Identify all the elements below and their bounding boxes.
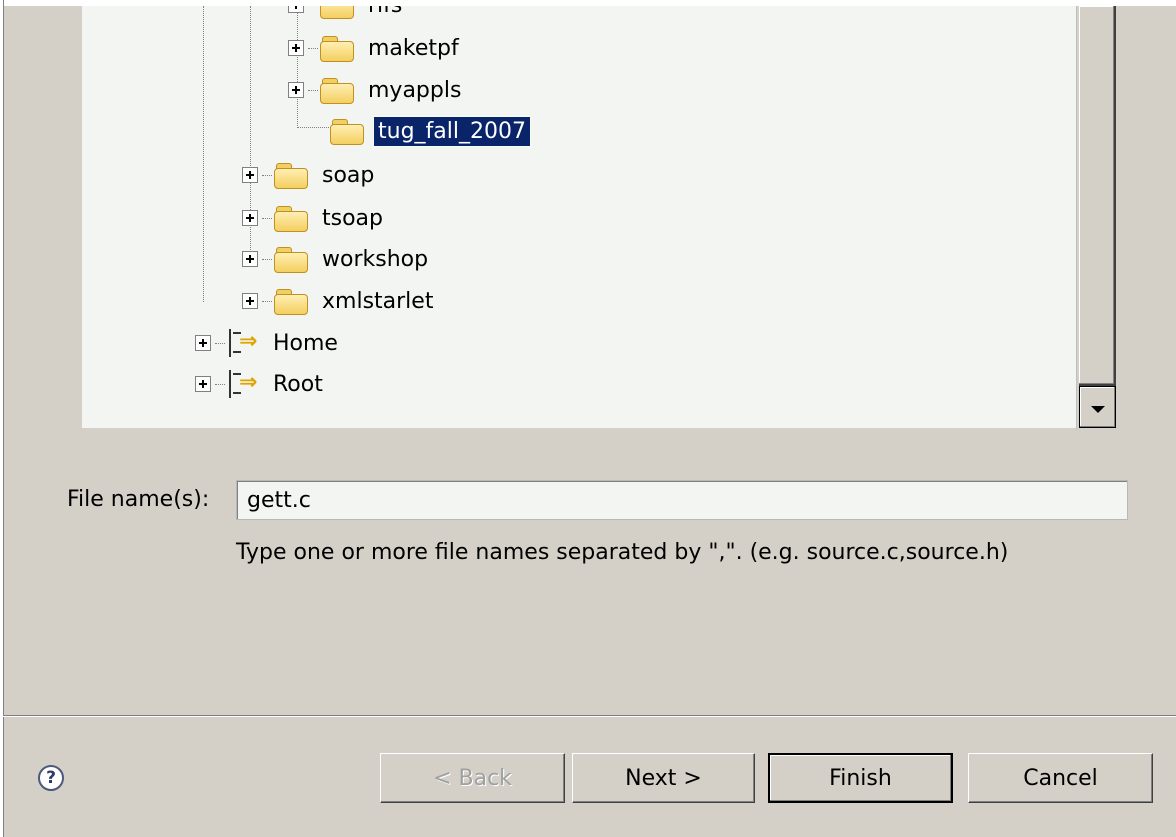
folder-icon (274, 288, 308, 315)
tree-guide-line (297, 127, 331, 128)
folder-icon (274, 205, 308, 232)
scroll-down-button[interactable] (1079, 386, 1116, 428)
expand-icon[interactable] (242, 167, 258, 183)
expand-icon[interactable] (288, 82, 304, 98)
finish-button[interactable]: Finish (768, 753, 953, 803)
tree-guide-line (297, 6, 298, 128)
expand-icon[interactable] (195, 335, 211, 351)
expand-icon[interactable] (242, 293, 258, 309)
folder-icon (320, 35, 354, 62)
expand-icon[interactable] (288, 40, 304, 56)
expand-icon[interactable] (242, 251, 258, 267)
folder-icon (274, 246, 308, 273)
tree-item-label: rifs (364, 6, 406, 20)
tree-item-label: myappls (368, 77, 462, 103)
file-name-hint: Type one or more file names separated by… (236, 540, 1009, 565)
tree-item[interactable]: soap (242, 158, 378, 192)
folder-icon (320, 77, 354, 104)
shortcut-icon: ⇒ (227, 366, 263, 402)
next-button-label: Next > (625, 765, 702, 791)
tree-guide-line (203, 6, 204, 302)
tree-item-label: Root (273, 371, 323, 397)
folder-tree[interactable]: rifs maketpf myappls tug_fall_2007 soap … (82, 6, 1116, 428)
shortcut-icon: ⇒ (227, 325, 263, 361)
arrow-down-icon (1090, 405, 1105, 413)
tree-item[interactable]: tsoap (242, 201, 387, 235)
expand-icon[interactable] (242, 210, 258, 226)
back-button-label: < Back (433, 765, 512, 791)
cancel-button[interactable]: Cancel (968, 753, 1153, 803)
file-name-input[interactable] (236, 480, 1128, 520)
tree-item[interactable]: myappls (288, 73, 465, 107)
footer-separator (3, 715, 1176, 717)
finish-button-label: Finish (829, 765, 892, 791)
tree-item[interactable]: maketpf (288, 31, 463, 65)
tree-item[interactable]: xmlstarlet (242, 284, 437, 318)
tree-item[interactable]: rifs (288, 6, 406, 22)
back-button[interactable]: < Back (380, 753, 565, 803)
tree-item-label: soap (322, 162, 375, 188)
tree-item-label: Home (273, 330, 338, 356)
next-button[interactable]: Next > (572, 753, 755, 803)
tree-item[interactable]: ⇒ Home (195, 326, 342, 360)
tree-item-selected[interactable]: tug_fall_2007 (330, 114, 531, 148)
help-icon[interactable]: ? (38, 765, 64, 791)
scrollbar-thumb[interactable] (1079, 6, 1116, 386)
file-name-label: File name(s): (67, 487, 210, 512)
expand-icon[interactable] (288, 6, 304, 13)
tree-item-label: maketpf (368, 35, 459, 61)
folder-icon (320, 6, 354, 19)
window-left-edge (0, 0, 4, 837)
folder-icon (274, 162, 308, 189)
expand-icon[interactable] (195, 376, 211, 392)
tree-item[interactable]: workshop (242, 242, 432, 276)
tree-item-label: workshop (322, 246, 429, 272)
folder-icon (330, 118, 364, 145)
tree-item[interactable]: ⇒ Root (195, 367, 327, 401)
tree-item-label: xmlstarlet (322, 288, 434, 314)
cancel-button-label: Cancel (1023, 765, 1098, 791)
tree-item-label: tsoap (322, 205, 383, 231)
tree-item-label: tug_fall_2007 (373, 115, 531, 147)
